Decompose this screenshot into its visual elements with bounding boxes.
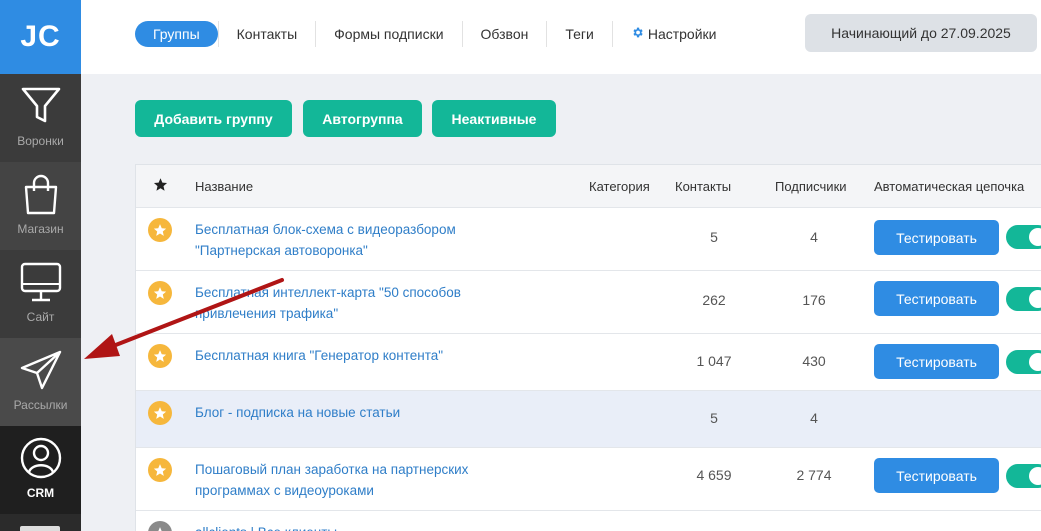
contacts-count: 4 659	[696, 467, 732, 483]
plan-badge[interactable]: Начинающий до 27.09.2025	[805, 14, 1037, 52]
group-name-link[interactable]: Пошаговый план заработка на партнерских …	[195, 459, 515, 501]
table-row: Бесплатная интеллект-карта "50 способов …	[136, 271, 1041, 334]
sidebar-more-icon	[20, 526, 60, 531]
tab-settings[interactable]: Настройки	[611, 21, 735, 47]
sidebar-item-label: Воронки	[17, 134, 64, 148]
sidebar-item-label: Рассылки	[13, 398, 68, 412]
chain-toggle[interactable]	[1006, 225, 1041, 249]
group-name-link[interactable]: allclients | Все клиенты	[195, 522, 515, 531]
chain-toggle[interactable]	[1006, 464, 1041, 488]
star-icon[interactable]	[148, 401, 172, 425]
sidebar-more[interactable]	[0, 516, 81, 531]
header-subscribers[interactable]: Подписчики	[775, 179, 847, 194]
test-button[interactable]: Тестировать	[874, 281, 999, 316]
subscribers-count: 4	[810, 229, 818, 245]
paper-plane-icon	[19, 348, 63, 392]
groups-table: Название Категория Контакты Подписчики А…	[135, 164, 1041, 531]
sidebar-item-mailings[interactable]: Рассылки	[0, 338, 81, 426]
contacts-count: 262	[702, 292, 726, 308]
topbar: Группы Контакты Формы подписки Обзвон Те…	[81, 0, 1041, 74]
star-icon[interactable]	[148, 281, 172, 305]
group-name-link[interactable]: Бесплатная блок-схема с видеоразбором "П…	[195, 219, 515, 261]
header-name[interactable]: Название	[195, 179, 253, 194]
sidebar-item-crm[interactable]: CRM	[0, 426, 81, 514]
top-nav: Группы Контакты Формы подписки Обзвон Те…	[135, 21, 734, 47]
star-icon[interactable]	[148, 458, 172, 482]
table-row: Бесплатная блок-схема с видеоразбором "П…	[136, 208, 1041, 271]
shopping-bag-icon	[19, 172, 63, 216]
test-button[interactable]: Тестировать	[874, 220, 999, 255]
star-icon[interactable]	[148, 218, 172, 242]
tab-subscription-forms[interactable]: Формы подписки	[315, 21, 461, 47]
tab-settings-label: Настройки	[647, 26, 717, 42]
gear-icon	[631, 21, 644, 47]
header-category[interactable]: Категория	[589, 179, 650, 194]
test-button[interactable]: Тестировать	[874, 458, 999, 493]
table-row: allclients | Все клиенты	[136, 511, 1041, 531]
sidebar-item-label: Магазин	[17, 222, 64, 236]
sidebar-item-site[interactable]: Сайт	[0, 250, 81, 338]
tab-tags[interactable]: Теги	[546, 21, 611, 47]
table-row: Бесплатная книга "Генератор контента" 1 …	[136, 334, 1041, 391]
table-row: Блог - подписка на новые статьи 5 4	[136, 391, 1041, 448]
tab-contacts[interactable]: Контакты	[217, 21, 315, 47]
user-icon	[19, 436, 63, 480]
contacts-count: 5	[710, 229, 718, 245]
inactive-button[interactable]: Неактивные	[432, 100, 556, 137]
subscribers-count: 4	[810, 410, 818, 426]
subscribers-count: 176	[802, 292, 826, 308]
sidebar-item-shop[interactable]: Магазин	[0, 162, 81, 250]
funnel-icon	[19, 84, 63, 128]
sidebar-item-label: CRM	[26, 486, 55, 500]
sidebar-item-label: Сайт	[26, 310, 55, 324]
sidebar-item-funnels[interactable]: Воронки	[0, 74, 81, 162]
logo[interactable]: JC	[0, 0, 81, 74]
group-name-link[interactable]: Бесплатная интеллект-карта "50 способов …	[195, 282, 515, 324]
monitor-icon	[19, 260, 63, 304]
tab-groups[interactable]: Группы	[135, 21, 218, 47]
subscribers-count: 2 774	[796, 467, 832, 483]
star-header-icon[interactable]	[153, 177, 168, 195]
test-button[interactable]: Тестировать	[874, 344, 999, 379]
contacts-count: 5	[710, 410, 718, 426]
chain-toggle[interactable]	[1006, 350, 1041, 374]
star-icon[interactable]	[148, 344, 172, 368]
table-row: Пошаговый план заработка на партнерских …	[136, 448, 1041, 511]
header-contacts[interactable]: Контакты	[675, 179, 731, 194]
star-icon[interactable]	[148, 521, 172, 531]
add-group-button[interactable]: Добавить группу	[135, 100, 292, 137]
group-name-link[interactable]: Блог - подписка на новые статьи	[195, 402, 515, 423]
subscribers-count: 430	[802, 353, 826, 369]
tab-calls[interactable]: Обзвон	[461, 21, 547, 47]
autogroup-button[interactable]: Автогруппа	[303, 100, 422, 137]
table-header: Название Категория Контакты Подписчики А…	[136, 165, 1041, 208]
contacts-count: 1 047	[696, 353, 732, 369]
sidebar: JC Воронки Магазин Сайт Рассылки CRM	[0, 0, 81, 531]
group-name-link[interactable]: Бесплатная книга "Генератор контента"	[195, 345, 515, 366]
chain-toggle[interactable]	[1006, 287, 1041, 311]
header-auto-chain: Автоматическая цепочка	[874, 179, 1025, 194]
